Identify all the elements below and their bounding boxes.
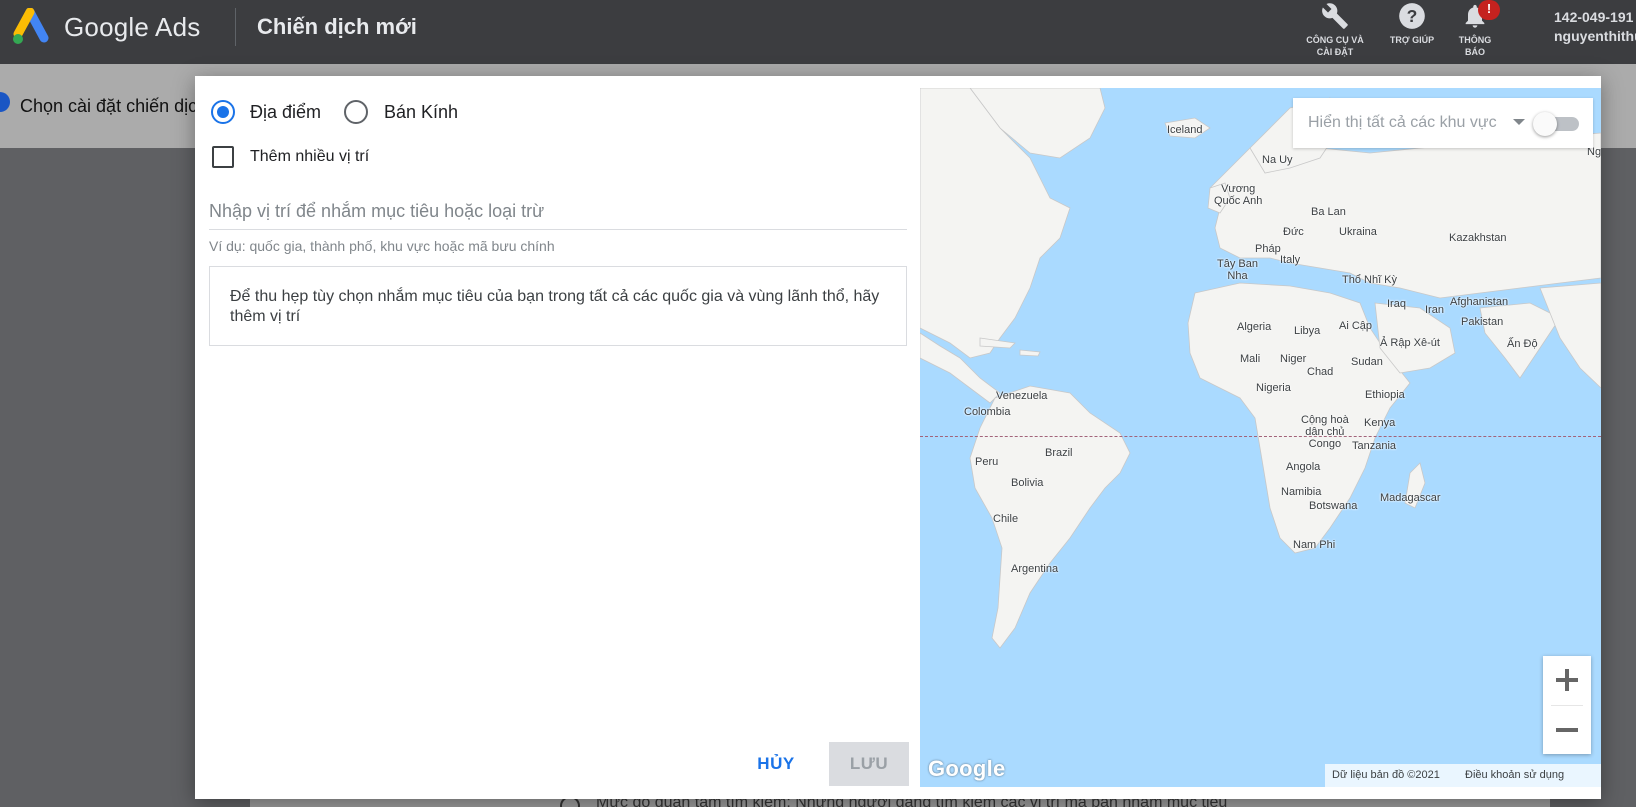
map-label: Afghanistan	[1450, 296, 1509, 308]
map-label: Kenya	[1364, 417, 1396, 429]
show-all-regions-toggle[interactable]	[1533, 112, 1579, 136]
map-label: Cộng hoà dân chủ Congo	[1301, 414, 1349, 450]
add-multiple-locations-checkbox[interactable]	[212, 146, 234, 168]
region-filter-label[interactable]: Hiển thị tất cả các khu vực	[1308, 114, 1497, 132]
targeting-info-text: Để thu hẹp tùy chọn nhắm mục tiêu của bạ…	[230, 288, 880, 325]
toggle-knob	[1533, 112, 1557, 136]
location-search-input[interactable]	[209, 194, 907, 230]
map-label: Tanzania	[1352, 440, 1397, 452]
map-label: Nam Phi	[1293, 539, 1336, 551]
google-map-logo: Google	[928, 756, 1006, 781]
notifications-button[interactable]: THÔNG BÁO	[1439, 2, 1511, 58]
map-label: Angola	[1286, 461, 1321, 473]
map-label: Ả Rập Xê-út	[1380, 337, 1440, 349]
tools-settings-button[interactable]: CÔNG CỤ VÀ CÀI ĐẶT	[1299, 2, 1371, 58]
map-label: Iran	[1425, 304, 1444, 316]
map-footer: Dữ liệu bản đồ ©2021 Điều khoản sử dụng	[1325, 764, 1601, 787]
map-label: Iceland	[1167, 124, 1203, 136]
map-label: Botswana	[1309, 500, 1358, 512]
map-label-line: Nha	[1227, 270, 1248, 282]
map-label: Madagascar	[1380, 492, 1441, 504]
map-label: Peru	[975, 456, 999, 468]
map-label: Colombia	[964, 406, 1011, 418]
map-label: Chad	[1307, 366, 1334, 378]
map-label-line: Cộng hoà	[1301, 414, 1349, 426]
brand-name[interactable]: Google Ads	[64, 12, 200, 43]
location-map[interactable]: Iceland Na Uy Vương Quốc Anh Ba Lan Đức …	[920, 88, 1601, 787]
map-data-credit: Dữ liệu bản đồ ©2021	[1332, 769, 1440, 781]
map-label: Iraq	[1387, 298, 1406, 310]
map-label: Niger	[1280, 353, 1307, 365]
location-input-hint: Ví dụ: quốc gia, thành phố, khu vực hoặc…	[209, 238, 555, 254]
map-label-line: Congo	[1308, 438, 1342, 450]
map-label: Libya	[1294, 325, 1321, 337]
wrench-icon	[1322, 3, 1348, 29]
map-label: Thổ Nhĩ Kỳ	[1342, 274, 1398, 286]
map-label: Chile	[993, 513, 1019, 525]
map-label: Brazil	[1045, 447, 1073, 459]
google-ads-logo-icon[interactable]	[10, 8, 50, 48]
map-label: Argentina	[1011, 563, 1059, 575]
region-filter-control[interactable]: Hiển thị tất cả các khu vực	[1293, 98, 1593, 148]
map-label: Venezuela	[996, 390, 1048, 402]
account-id: 142-049-191	[1554, 9, 1634, 25]
dropdown-caret-icon[interactable]	[1513, 119, 1525, 125]
zoom-in-button[interactable]	[1543, 656, 1591, 704]
map-label: Nigeria	[1256, 382, 1291, 394]
map-label-line: Quốc Anh	[1214, 195, 1263, 207]
zoom-control	[1543, 656, 1591, 754]
equator-line	[920, 436, 1601, 437]
account-info[interactable]: 142-049-191 nguyenthithu	[1554, 8, 1636, 46]
radio-location[interactable]	[211, 100, 235, 124]
radio-radius-label[interactable]: Bán Kính	[384, 102, 458, 123]
help-button[interactable]: ? TRỢ GIÚP	[1376, 2, 1448, 46]
location-dialog: Địa điểm Bán Kính Thêm nhiều vị trí Ví d…	[195, 76, 1601, 799]
map-label-line: Vương	[1221, 183, 1256, 195]
page-title: Chiến dịch mới	[257, 14, 417, 39]
terms-link[interactable]: Điều khoản sử dụng	[1465, 769, 1564, 781]
notification-badge: !	[1478, 0, 1500, 20]
help-icon: ?	[1399, 3, 1425, 29]
tools-label-line1: CÔNG CỤ VÀ	[1306, 35, 1364, 45]
map-label: Kazakhstan	[1449, 232, 1507, 244]
top-bar: Google Ads Chiến dịch mới CÔNG CỤ VÀ CÀI…	[0, 0, 1636, 64]
map-label: Pakistan	[1461, 316, 1504, 328]
zoom-out-button[interactable]	[1543, 706, 1591, 754]
header-divider	[235, 8, 236, 46]
map-label: Tây Ban Nha	[1217, 258, 1258, 282]
map-label: Mali	[1240, 353, 1261, 365]
account-name: nguyenthithu	[1554, 28, 1636, 44]
radio-radius[interactable]	[344, 100, 368, 124]
svg-text:?: ?	[1407, 6, 1418, 26]
map-label: Italy	[1280, 254, 1301, 266]
map-label: Đức	[1283, 226, 1304, 238]
targeting-info-box: Để thu hẹp tùy chọn nhắm mục tiêu của bạ…	[209, 266, 907, 346]
map-label: Sudan	[1351, 356, 1383, 368]
map-label: Bolivia	[1011, 477, 1044, 489]
cancel-button[interactable]: HỦY	[741, 742, 811, 786]
map-label-line: Tây Ban	[1217, 258, 1258, 270]
notifications-label-line1: THÔNG	[1458, 35, 1492, 45]
map-label: Algeria	[1237, 321, 1272, 333]
add-multiple-locations-label[interactable]: Thêm nhiều vị trí	[250, 148, 369, 166]
map-label: Ba Lan	[1311, 206, 1346, 218]
map-label: Pháp	[1255, 243, 1281, 255]
background-step-label: Chọn cài đặt chiến dịch	[20, 96, 208, 116]
map-label: Ethiopia	[1365, 389, 1405, 401]
tools-label-line2: CÀI ĐẶT	[1316, 47, 1354, 57]
map-label: Ukraina	[1339, 226, 1377, 238]
radio-location-label[interactable]: Địa điểm	[250, 102, 321, 123]
map-label: Namibia	[1281, 486, 1322, 498]
map-label: Ấn Độ	[1507, 338, 1538, 350]
save-button[interactable]: LƯU	[829, 742, 909, 786]
map-label-line: dân chủ	[1305, 426, 1345, 438]
notifications-label-line2: BÁO	[1465, 47, 1485, 57]
help-label: TRỢ GIÚP	[1389, 35, 1435, 45]
map-label: Ai Cập	[1339, 320, 1373, 332]
map-label: Vương Quốc Anh	[1214, 183, 1262, 207]
map-label: Na Uy	[1262, 154, 1293, 166]
